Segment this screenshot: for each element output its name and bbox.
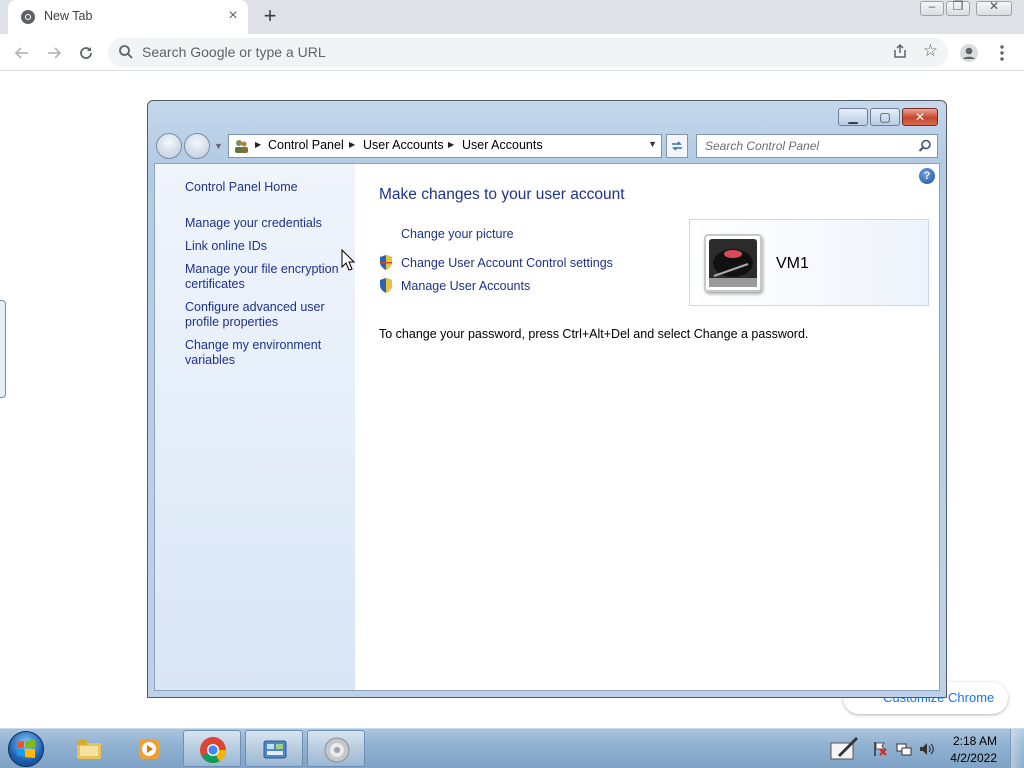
chrome-tabstrip: New Tab × + – ❐ ✕ — [0, 0, 1024, 34]
avatar-icon — [960, 44, 978, 62]
address-dropdown-icon[interactable]: ▼ — [648, 139, 657, 149]
cp-task-pane: Control Panel Home Manage your credentia… — [155, 164, 355, 690]
restore-button[interactable]: ❐ — [946, 0, 970, 16]
background-window-edge — [0, 300, 6, 398]
close-icon: ✕ — [914, 110, 926, 124]
user-account-tile: VM1 — [689, 219, 929, 306]
nav-buttons: ▼ — [156, 133, 226, 161]
control-panel-home-link[interactable]: Control Panel Home — [185, 180, 345, 195]
uac-settings-link[interactable]: Change User Account Control settings — [401, 256, 613, 270]
cp-back-button[interactable] — [156, 133, 182, 159]
taskbar-media-player[interactable] — [120, 730, 178, 767]
tab-title: New Tab — [44, 9, 93, 23]
breadcrumb-separator-icon[interactable]: ▶ — [255, 140, 261, 149]
clock-date[interactable]: 4/2/2022 — [950, 751, 997, 765]
control-panel-window: ▁ ▢ ✕ ▼ ▶ Control Panel ▶ User Accounts … — [147, 100, 947, 698]
bookmark-star-icon[interactable]: ☆ — [923, 41, 938, 61]
search-icon[interactable] — [918, 139, 932, 153]
minimize-icon: ▁ — [848, 110, 858, 124]
change-picture-link[interactable]: Change your picture — [401, 227, 514, 241]
window-controls: – ❐ ✕ — [920, 0, 1016, 20]
cp-refresh-button[interactable] — [666, 134, 688, 158]
cp-search-placeholder: Search Control Panel — [705, 139, 820, 153]
folder-icon — [77, 740, 101, 759]
user-picture[interactable] — [704, 234, 762, 292]
back-button[interactable] — [8, 39, 36, 67]
taskbar: 2:18 AM 4/2/2022 — [0, 728, 1024, 768]
cp-minimize-button[interactable]: ▁ — [838, 108, 868, 126]
taskbar-speaker-app[interactable] — [307, 730, 365, 767]
show-desktop-button[interactable] — [1010, 729, 1024, 768]
tab-new-tab[interactable]: New Tab × — [8, 0, 248, 34]
password-instructions: To change your password, press Ctrl+Alt+… — [379, 327, 809, 341]
kebab-menu-icon — [1000, 45, 1004, 61]
cp-address-bar[interactable]: ▶ Control Panel ▶ User Accounts ▶ User A… — [228, 134, 662, 158]
maximize-icon: ▢ — [879, 110, 891, 124]
restore-icon: ❐ — [952, 0, 964, 13]
new-tab-button[interactable]: + — [258, 5, 282, 29]
chrome-menu-button[interactable] — [988, 39, 1016, 67]
arrow-left-icon — [14, 47, 28, 59]
minimize-button[interactable]: – — [920, 0, 944, 16]
close-icon: ✕ — [988, 0, 1000, 13]
network-icon[interactable] — [896, 741, 912, 757]
windows-logo-icon — [17, 740, 35, 758]
search-icon — [119, 45, 133, 59]
speaker-app-icon — [324, 737, 350, 763]
cp-forward-button[interactable] — [184, 133, 210, 159]
profile-button[interactable] — [955, 39, 983, 67]
cp-maximize-button[interactable]: ▢ — [870, 108, 900, 126]
system-tray: 2:18 AM 4/2/2022 — [814, 729, 1024, 768]
advanced-profile-properties-link[interactable]: Configure advanced user profile properti… — [185, 300, 345, 330]
chrome-favicon-icon — [21, 10, 35, 24]
share-icon[interactable] — [892, 43, 908, 59]
taskbar-control-panel[interactable] — [245, 730, 303, 767]
volume-icon[interactable] — [918, 741, 934, 757]
page-title: Make changes to your user account — [379, 186, 625, 203]
close-button[interactable]: ✕ — [976, 0, 1012, 16]
help-icon[interactable]: ? — [919, 168, 935, 184]
manage-user-accounts-link[interactable]: Manage User Accounts — [401, 279, 530, 293]
omnibox-placeholder: Search Google or type a URL — [142, 44, 326, 60]
user-name: VM1 — [776, 255, 809, 272]
action-center-flag-icon[interactable] — [872, 741, 888, 757]
reload-icon — [80, 47, 92, 59]
start-button[interactable] — [8, 731, 44, 767]
link-online-ids-link[interactable]: Link online IDs — [185, 239, 345, 254]
uac-shield-icon — [380, 255, 392, 270]
breadcrumb-user-accounts-current[interactable]: User Accounts — [462, 138, 543, 152]
uac-shield-icon — [380, 278, 392, 293]
breadcrumb-separator-icon[interactable]: ▶ — [349, 140, 355, 149]
environment-variables-link[interactable]: Change my environment variables — [185, 338, 345, 368]
taskbar-explorer[interactable] — [60, 730, 118, 767]
cp-content-area: Control Panel Home Manage your credentia… — [154, 163, 940, 691]
mouse-cursor-icon — [341, 249, 355, 271]
chrome-icon — [200, 737, 227, 764]
turntable-avatar-icon — [709, 239, 757, 287]
cp-search-input[interactable]: Search Control Panel — [696, 134, 938, 158]
cp-close-button[interactable]: ✕ — [902, 108, 938, 126]
forward-button[interactable] — [40, 39, 68, 67]
taskbar-chrome[interactable] — [183, 730, 241, 767]
clock-time[interactable]: 2:18 AM — [953, 734, 997, 748]
breadcrumb-separator-icon[interactable]: ▶ — [448, 140, 454, 149]
file-encryption-certificates-link[interactable]: Manage your file encryption certificates — [185, 262, 345, 292]
media-player-icon — [139, 739, 159, 759]
breadcrumb-user-accounts[interactable]: User Accounts — [363, 138, 444, 152]
manage-credentials-link[interactable]: Manage your credentials — [185, 216, 345, 231]
recent-pages-chevron-icon[interactable]: ▼ — [214, 141, 223, 151]
pen-input-icon[interactable] — [830, 735, 860, 763]
minimize-icon: – — [928, 0, 936, 13]
tab-close-icon[interactable]: × — [224, 7, 242, 25]
control-panel-icon — [263, 740, 287, 759]
refresh-icon — [672, 141, 682, 151]
chrome-toolbar: Search Google or type a URL ☆ — [0, 34, 1024, 71]
breadcrumb-control-panel[interactable]: Control Panel — [268, 138, 344, 152]
arrow-right-icon — [48, 47, 62, 59]
omnibox[interactable]: Search Google or type a URL ☆ — [108, 38, 948, 67]
cp-caption-buttons: ▁ ▢ ✕ — [838, 108, 940, 128]
user-accounts-icon — [235, 140, 248, 153]
reload-button[interactable] — [72, 39, 100, 67]
